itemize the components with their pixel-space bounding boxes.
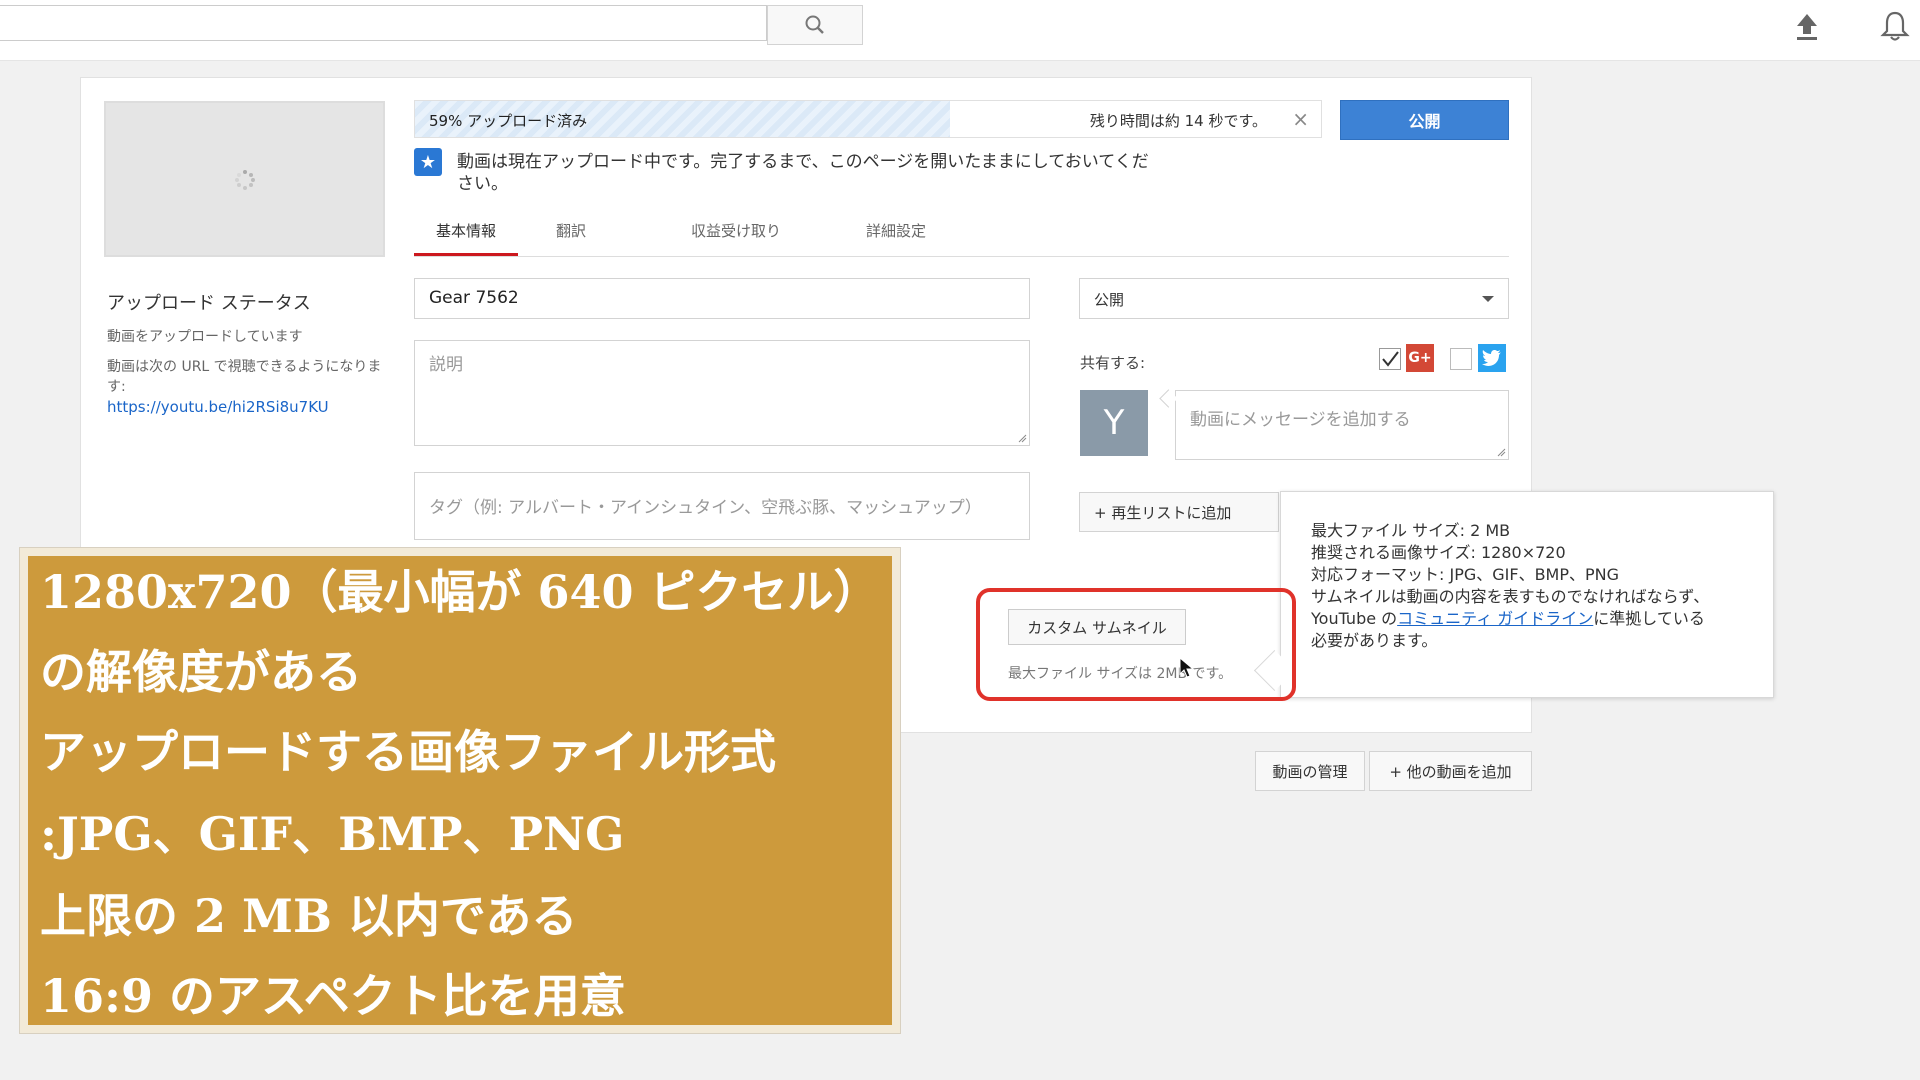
- video-thumbnail-preview: [104, 101, 385, 257]
- chevron-down-icon: [1482, 296, 1494, 302]
- search-icon: [805, 15, 824, 34]
- thumbnail-requirements-tooltip: 最大ファイル サイズ: 2 MB 推奨される画像サイズ: 1280×720 対応…: [1280, 491, 1774, 698]
- overlay-line-size-limit: 上限の 2 MB 以内である: [40, 889, 578, 943]
- upload-icon[interactable]: [1794, 12, 1820, 42]
- avatar: Y: [1080, 390, 1148, 456]
- resize-grip-icon[interactable]: [1017, 433, 1027, 443]
- loading-spinner-icon: [235, 170, 255, 190]
- resize-grip-icon[interactable]: [1496, 447, 1506, 457]
- description-placeholder: 説明: [429, 355, 463, 375]
- tooltip-max-size: 最大ファイル サイズ: 2 MB: [1311, 521, 1511, 540]
- bell-icon[interactable]: [1880, 10, 1910, 42]
- tooltip-guidelines-line: YouTube のコミュニティ ガイドラインに準拠している: [1311, 608, 1743, 630]
- thumbnail-requirements-overlay: 1280x720（最小幅が 640 ピクセル） の解像度がある アップロードする…: [20, 548, 900, 1033]
- tooltip-must: 必要があります。: [1311, 631, 1438, 650]
- manage-videos-button[interactable]: 動画の管理: [1255, 751, 1365, 791]
- tab-bar: 基本情報 翻訳 収益受け取り 詳細設定: [414, 210, 1509, 257]
- upload-url-note: 動画は次の URL で視聴できるようになります:: [107, 359, 382, 395]
- twitter-share-checkbox[interactable]: [1450, 348, 1472, 370]
- google-plus-icon: G+: [1406, 344, 1434, 372]
- star-icon: ★: [414, 148, 442, 176]
- tooltip-guidelines-pre: YouTube の: [1311, 609, 1398, 628]
- privacy-select[interactable]: 公開: [1079, 278, 1509, 319]
- upload-notice: 動画は現在アップロード中です。完了するまで、このページを開いたままにしておいてく…: [457, 152, 1149, 194]
- search-button[interactable]: [767, 5, 863, 45]
- privacy-value: 公開: [1094, 291, 1125, 309]
- share-message-placeholder: 動画にメッセージを追加する: [1190, 410, 1411, 430]
- share-label: 共有する:: [1080, 354, 1146, 372]
- overlay-line-format-title: アップロードする画像ファイル形式: [40, 725, 776, 779]
- overlay-line-aspect-ratio: 16:9 のアスペクト比を用意: [40, 969, 626, 1023]
- overlay-line-resolution: 1280x720（最小幅が 640 ピクセル）: [40, 565, 880, 619]
- title-field[interactable]: Gear 7562: [414, 278, 1030, 319]
- tooltip-content-rule: サムネイルは動画の内容を表すものでなければならず、: [1311, 587, 1710, 606]
- tags-placeholder: タグ（例: アルバート・アインシュタイン、空飛ぶ豚、マッシュアップ）: [429, 498, 982, 518]
- overlay-line-resolution-cont: の解像度がある: [40, 645, 362, 699]
- tags-field[interactable]: タグ（例: アルバート・アインシュタイン、空飛ぶ豚、マッシュアップ）: [414, 472, 1030, 540]
- tooltip-formats: 対応フォーマット: JPG、GIF、BMP、PNG: [1311, 565, 1620, 584]
- tab-basic-info[interactable]: 基本情報: [414, 220, 519, 256]
- tab-translation[interactable]: 翻訳: [534, 220, 608, 255]
- checkmark-icon: [1382, 351, 1399, 367]
- upload-progress-label: 59% アップロード済み: [429, 112, 588, 130]
- mouse-cursor-icon: [1179, 657, 1195, 678]
- upload-time-remaining: 残り時間は約 14 秒です。: [1089, 112, 1267, 130]
- community-guidelines-link[interactable]: コミュニティ ガイドライン: [1397, 609, 1593, 628]
- publish-button[interactable]: 公開: [1340, 100, 1509, 140]
- twitter-icon: [1478, 344, 1506, 372]
- upload-status-title: アップロード ステータス: [107, 293, 311, 314]
- cancel-upload-close-icon[interactable]: ×: [1292, 107, 1309, 131]
- tooltip-recommended-size: 推奨される画像サイズ: 1280×720: [1311, 543, 1566, 562]
- overlay-line-formats: :JPG、GIF、BMP、PNG: [40, 807, 625, 861]
- search-input[interactable]: [0, 5, 767, 41]
- upload-status-text: 動画をアップロードしています: [107, 329, 303, 345]
- share-message-field[interactable]: 動画にメッセージを追加する: [1175, 390, 1509, 460]
- video-url-link[interactable]: https://youtu.be/hi2RSi8u7KU: [107, 398, 329, 416]
- gplus-share-checkbox[interactable]: [1379, 348, 1401, 370]
- description-field[interactable]: 説明: [414, 340, 1030, 446]
- tab-monetization[interactable]: 収益受け取り: [669, 220, 803, 255]
- tooltip-guidelines-post: に準拠している: [1593, 609, 1705, 628]
- highlight-box: [976, 588, 1296, 701]
- add-more-videos-button[interactable]: + 他の動画を追加: [1369, 751, 1532, 791]
- tab-advanced-settings[interactable]: 詳細設定: [844, 220, 948, 255]
- add-to-playlist-button[interactable]: + 再生リストに追加: [1079, 492, 1279, 532]
- upload-progress-bar: 59% アップロード済み 残り時間は約 14 秒です。 ×: [414, 100, 1322, 138]
- top-bar: [0, 0, 1920, 61]
